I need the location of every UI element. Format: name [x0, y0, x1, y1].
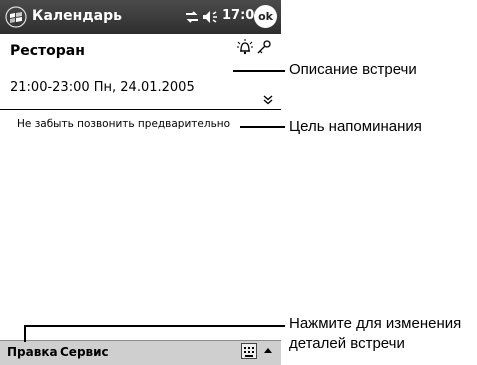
callout-edit-line2: деталей встречи	[289, 335, 405, 352]
keyboard-button[interactable]	[241, 343, 257, 359]
callout-description: Описание встречи	[289, 61, 417, 78]
menu-tools[interactable]: Сервис	[60, 345, 109, 359]
callout-line-edit-horizontal	[24, 325, 285, 327]
volume-icon[interactable]	[201, 9, 219, 25]
appointment-datetime: 21:00-23:00 Пн, 24.01.2005	[10, 80, 195, 95]
callout-edit-line1: Нажмите для изменения	[289, 315, 462, 332]
header-divider	[0, 109, 281, 110]
expand-chevron-icon[interactable]	[263, 95, 273, 105]
windows-flag-icon[interactable]	[4, 6, 28, 28]
alarm-icon	[237, 39, 253, 55]
callout-line-reminder	[240, 126, 285, 128]
pocketpc-screen: Календарь 17:00 ok Ресторан 21:00-23:00 …	[0, 0, 281, 365]
connectivity-icon[interactable]	[184, 9, 200, 25]
callout-line-description	[233, 70, 285, 72]
menu-edit[interactable]: Правка	[7, 345, 58, 359]
callout-line-edit-vertical	[24, 325, 26, 342]
keyboard-icon	[244, 347, 254, 357]
callout-reminder: Цель напоминания	[289, 118, 422, 135]
appointment-title: Ресторан	[10, 43, 85, 59]
title-bar: Календарь 17:00 ok	[0, 0, 281, 34]
private-key-icon	[257, 40, 271, 54]
arrow-up-icon[interactable]	[262, 344, 274, 358]
ok-button[interactable]: ok	[254, 5, 277, 28]
app-title: Календарь	[32, 8, 122, 24]
appointment-notes[interactable]: Не забыть позвонить предварительно	[17, 118, 230, 130]
